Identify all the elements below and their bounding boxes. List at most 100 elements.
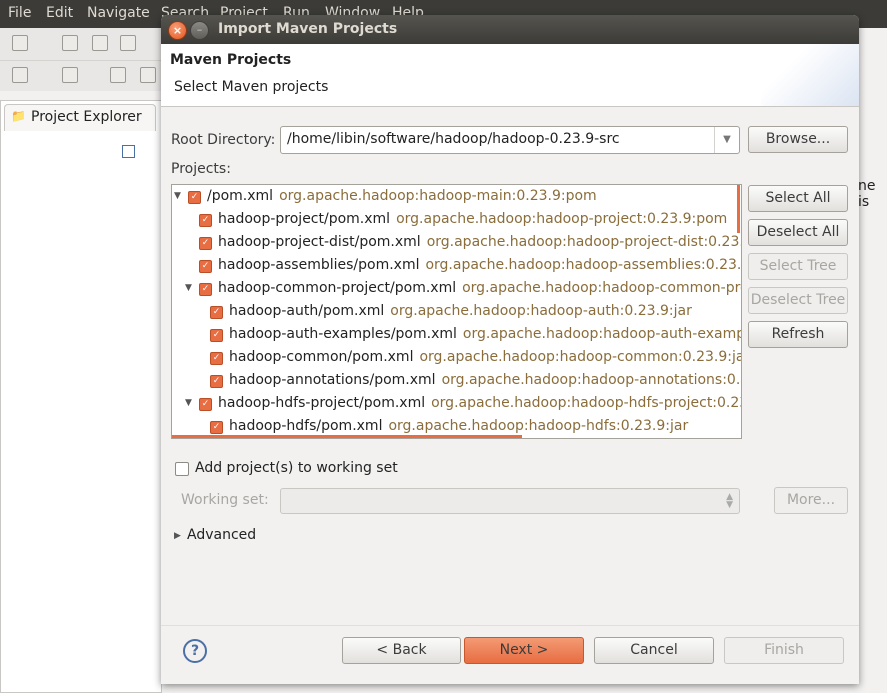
root-directory-label: Root Directory: <box>171 132 276 148</box>
project-checkbox[interactable]: ✓ <box>199 214 212 227</box>
project-coordinates: org.apache.hadoop:hadoop-auth:0.23.9:jar <box>390 303 692 319</box>
select-tree-button[interactable]: Select Tree <box>748 253 848 280</box>
project-checkbox[interactable]: ✓ <box>210 329 223 342</box>
project-coordinates: org.apache.hadoop:hadoop-auth-examples <box>462 326 742 342</box>
more-button[interactable]: More... <box>774 487 848 514</box>
project-pom-path: hadoop-common/pom.xml <box>229 349 414 365</box>
next-button[interactable]: Next > <box>464 637 584 664</box>
project-explorer-tab[interactable]: 📁 Project Explorer <box>4 104 156 131</box>
project-checkbox[interactable]: ✓ <box>188 191 201 204</box>
project-label: hadoop-project/pom.xml org.apache.hadoop:… <box>218 208 727 231</box>
print-icon[interactable] <box>120 35 136 51</box>
footer-separator <box>161 625 859 626</box>
root-directory-value: /home/libin/software/hadoop/hadoop-0.23.… <box>287 131 620 147</box>
project-pom-path: hadoop-project/pom.xml <box>218 211 391 227</box>
save-all-icon[interactable] <box>92 35 108 51</box>
project-explorer-tab-label: Project Explorer <box>31 109 142 125</box>
deselect-all-button[interactable]: Deselect All <box>748 219 848 246</box>
finish-button[interactable]: Finish <box>724 637 844 664</box>
folder-icon: 📁 <box>11 109 26 123</box>
working-set-label: Working set: <box>181 492 269 508</box>
project-checkbox[interactable]: ✓ <box>210 352 223 365</box>
project-label: hadoop-assemblies/pom.xml org.apache.hado… <box>218 254 742 277</box>
menu-file[interactable]: File <box>8 5 31 21</box>
projects-tree[interactable]: ▼ ✓ /pom.xml org.apache.hadoop:hadoop-main:… <box>171 184 742 439</box>
chevron-down-icon[interactable]: ▼ <box>714 127 739 153</box>
project-explorer-view <box>0 100 162 693</box>
project-pom-path: hadoop-project-dist/pom.xml <box>218 234 421 250</box>
project-pom-path: /pom.xml <box>207 188 274 204</box>
deselect-tree-button[interactable]: Deselect Tree <box>748 287 848 314</box>
project-checkbox[interactable]: ✓ <box>210 375 223 388</box>
working-set-combo[interactable]: ▲ ▼ <box>280 488 740 514</box>
expand-triangle-icon[interactable]: ▼ <box>185 392 195 415</box>
project-coordinates: org.apache.hadoop:hadoop-project:0.23.9:… <box>396 211 728 227</box>
save-icon[interactable] <box>62 35 78 51</box>
project-coordinates: org.apache.hadoop:hadoop-main:0.23.9:pom <box>279 188 597 204</box>
cancel-button[interactable]: Cancel <box>594 637 714 664</box>
wizard-banner-image <box>761 44 859 106</box>
project-coordinates: org.apache.hadoop:hadoop-project-dist:0.… <box>426 234 742 250</box>
project-coordinates: org.apache.hadoop:hadoop-common:0.23.9:j… <box>419 349 742 365</box>
help-icon[interactable]: ? <box>183 639 207 663</box>
spinner-icon: ▲ ▼ <box>726 492 733 510</box>
dialog-titlebar: × – Import Maven Projects <box>161 15 859 44</box>
minimize-icon[interactable]: – <box>190 21 209 40</box>
next-annotation-icon[interactable] <box>12 67 28 83</box>
back-icon[interactable] <box>110 67 126 83</box>
forward-icon[interactable] <box>140 67 156 83</box>
advanced-section-toggle[interactable]: Advanced <box>187 527 256 543</box>
project-pom-path: hadoop-common-project/pom.xml <box>218 280 457 296</box>
tree-horizontal-scrollbar[interactable] <box>172 435 522 438</box>
wizard-header: Maven Projects Select Maven projects <box>161 44 859 107</box>
add-to-working-set-checkbox[interactable] <box>175 462 189 476</box>
prev-annotation-icon[interactable] <box>62 67 78 83</box>
select-all-button[interactable]: Select All <box>748 185 848 212</box>
expand-triangle-icon[interactable]: ▼ <box>174 185 184 208</box>
project-pom-path: hadoop-annotations/pom.xml <box>229 372 436 388</box>
collapse-all-icon[interactable] <box>122 145 135 158</box>
project-label: /pom.xml org.apache.hadoop:hadoop-main:0.… <box>207 185 597 208</box>
import-maven-projects-dialog: × – Import Maven Projects Maven Projects… <box>161 15 859 684</box>
project-pom-path: hadoop-hdfs-project/pom.xml <box>218 395 426 411</box>
project-checkbox[interactable]: ✓ <box>199 260 212 273</box>
root-directory-combo[interactable]: /home/libin/software/hadoop/hadoop-0.23.… <box>280 126 740 154</box>
menu-navigate[interactable]: Navigate <box>87 5 150 21</box>
add-to-working-set-label[interactable]: Add project(s) to working set <box>195 460 398 476</box>
project-coordinates: org.apache.hadoop:hadoop-assemblies:0.23… <box>425 257 742 273</box>
project-pom-path: hadoop-auth-examples/pom.xml <box>229 326 457 342</box>
expand-triangle-icon[interactable]: ▼ <box>185 277 195 300</box>
project-coordinates: org.apache.hadoop:hadoop-common-proj <box>462 280 742 296</box>
project-checkbox[interactable]: ✓ <box>199 398 212 411</box>
project-label: hadoop-common/pom.xml org.apache.hadoop:h… <box>229 346 742 369</box>
new-icon[interactable] <box>12 35 28 51</box>
project-coordinates: org.apache.hadoop:hadoop-hdfs-project:0.… <box>431 395 742 411</box>
menu-edit[interactable]: Edit <box>46 5 73 21</box>
project-label: hadoop-auth/pom.xml org.apache.hadoop:had… <box>229 300 692 323</box>
project-checkbox[interactable]: ✓ <box>199 237 212 250</box>
browse-button[interactable]: Browse... <box>748 126 848 153</box>
project-coordinates: org.apache.hadoop:hadoop-annotations:0.2… <box>441 372 742 388</box>
project-label: hadoop-auth-examples/pom.xml org.apache.h… <box>229 323 742 346</box>
project-label: hadoop-annotations/pom.xml org.apache.had… <box>229 369 742 392</box>
project-checkbox[interactable]: ✓ <box>210 306 223 319</box>
project-pom-path: hadoop-assemblies/pom.xml <box>218 257 420 273</box>
right-panel-edge: ne is <box>858 28 887 693</box>
refresh-button[interactable]: Refresh <box>748 321 848 348</box>
close-icon[interactable]: × <box>168 21 187 40</box>
expand-triangle-icon[interactable]: ▶ <box>174 531 181 541</box>
projects-label: Projects: <box>171 161 231 177</box>
project-pom-path: hadoop-auth/pom.xml <box>229 303 385 319</box>
dialog-title: Import Maven Projects <box>218 21 398 37</box>
project-coordinates: org.apache.hadoop:hadoop-hdfs:0.23.9:jar <box>388 418 689 434</box>
project-label: hadoop-common-project/pom.xml org.apache.… <box>218 277 742 300</box>
wizard-page-title: Maven Projects <box>170 52 292 68</box>
right-edge-text: ne is <box>858 178 876 210</box>
project-checkbox[interactable]: ✓ <box>199 283 212 296</box>
wizard-page-subtitle: Select Maven projects <box>174 79 329 95</box>
project-checkbox[interactable]: ✓ <box>210 421 223 434</box>
project-pom-path: hadoop-hdfs/pom.xml <box>229 418 383 434</box>
back-button[interactable]: < Back <box>342 637 461 664</box>
project-label: hadoop-hdfs-project/pom.xml org.apache.ha… <box>218 392 742 415</box>
tree-vertical-scrollbar[interactable] <box>737 185 740 233</box>
